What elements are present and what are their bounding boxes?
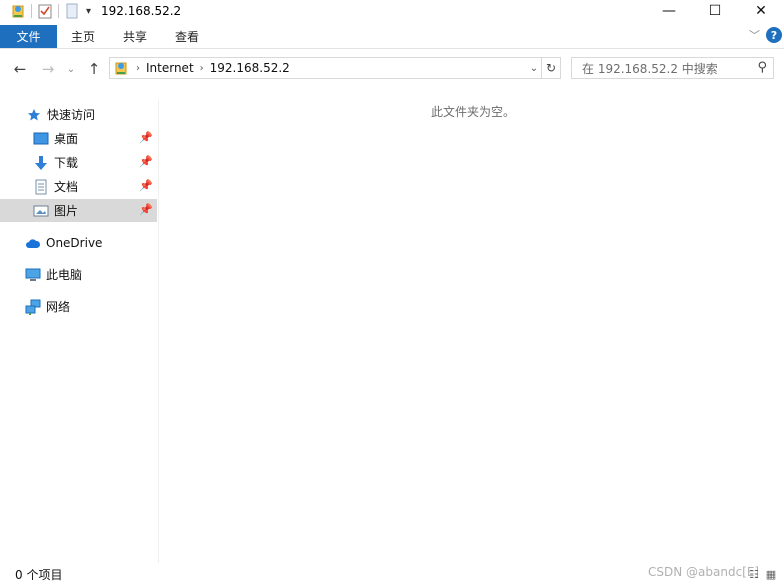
window-title: 192.168.52.2 (101, 4, 182, 18)
network-icon (25, 299, 41, 315)
sidebar-item-label: 桌面 (54, 132, 79, 146)
properties-icon[interactable] (37, 3, 53, 19)
breadcrumb-host[interactable]: 192.168.52.2 (210, 61, 290, 75)
status-bar: 0 个项目 CSDN @abandc[E] ☷ ▦ (0, 565, 784, 585)
sidebar-item-label: 图片 (54, 204, 79, 218)
tab-home[interactable]: 主页 (57, 25, 109, 48)
search-box[interactable]: 在 192.168.52.2 中搜索 ⚲ (571, 57, 774, 79)
breadcrumb-internet[interactable]: Internet (146, 61, 194, 75)
sidebar-item-downloads[interactable]: 下载 📌 (0, 151, 157, 174)
pictures-icon (33, 203, 49, 219)
quick-access-toolbar: ▾ (0, 0, 91, 22)
sidebar-item-onedrive[interactable]: OneDrive (0, 231, 157, 254)
refresh-icon[interactable]: ↻ (541, 58, 560, 78)
ribbon-tabs: 文件 主页 共享 查看 ﹀ ? (0, 25, 784, 49)
address-row: ← → ⌄ ↑ › Internet › 192.168.52.2 ⌄ ↻ 在 … (0, 56, 784, 82)
toolbar-separator (31, 4, 32, 18)
sidebar-item-label: 下载 (54, 156, 79, 170)
computer-icon (25, 267, 41, 283)
sidebar-item-quick-access[interactable]: 快速访问 (0, 103, 157, 126)
watermark: CSDN @abandc[E] (648, 565, 760, 579)
pin-icon[interactable]: 📌 (139, 131, 153, 144)
star-icon (26, 107, 42, 123)
breadcrumb-chevron-icon[interactable]: › (200, 63, 204, 74)
search-icon[interactable]: ⚲ (757, 60, 767, 75)
large-icons-view-icon[interactable]: ▦ (764, 567, 778, 581)
sidebar-item-label: 此电脑 (46, 268, 83, 282)
network-location-icon (112, 59, 130, 77)
view-switcher: ☷ ▦ (747, 567, 778, 581)
sidebar-item-network[interactable]: 网络 (0, 295, 157, 318)
address-dropdown-icon[interactable]: ⌄ (527, 58, 541, 78)
sidebar-item-documents[interactable]: 文档 📌 (0, 175, 157, 198)
cloud-icon (25, 235, 41, 251)
document-icon (33, 179, 49, 195)
expand-ribbon-icon[interactable]: ﹀ (749, 27, 760, 43)
up-arrow-icon[interactable]: ↑ (84, 59, 104, 79)
empty-folder-message: 此文件夹为空。 (431, 105, 516, 119)
close-button[interactable]: ✕ (738, 0, 784, 22)
tab-view[interactable]: 查看 (161, 25, 213, 48)
sidebar-item-label: 快速访问 (47, 108, 96, 122)
download-arrow-icon (33, 155, 49, 171)
minimize-button[interactable]: — (646, 0, 692, 22)
sidebar-item-pictures[interactable]: 图片 📌 (0, 199, 157, 222)
pin-icon[interactable]: 📌 (139, 203, 153, 216)
tab-share[interactable]: 共享 (109, 25, 161, 48)
breadcrumb-chevron-icon[interactable]: › (136, 63, 140, 74)
sidebar-item-this-pc[interactable]: 此电脑 (0, 263, 157, 286)
ribbon-right-controls: ﹀ ? (749, 27, 782, 43)
tab-file[interactable]: 文件 (0, 25, 57, 48)
customize-toolbar-dropdown-icon[interactable]: ▾ (86, 6, 91, 17)
recent-locations-icon[interactable]: ⌄ (64, 59, 78, 79)
search-placeholder: 在 192.168.52.2 中搜索 (582, 61, 718, 76)
window-controls: — ☐ ✕ (646, 0, 784, 22)
address-bar[interactable]: › Internet › 192.168.52.2 ⌄ ↻ (109, 57, 561, 79)
sidebar-item-desktop[interactable]: 桌面 📌 (0, 127, 157, 150)
sidebar-item-label: OneDrive (46, 235, 103, 250)
pin-icon[interactable]: 📌 (139, 179, 153, 192)
item-count: 0 个项目 (15, 568, 63, 582)
details-view-icon[interactable]: ☷ (747, 567, 761, 581)
sidebar-item-label: 文档 (54, 180, 79, 194)
navigation-pane: 快速访问 桌面 📌 下载 📌 文档 📌 图片 📌 OneDrive 此电脑 网络 (0, 100, 159, 563)
title-bar: ▾ 192.168.52.2 — ☐ ✕ (0, 0, 784, 22)
sidebar-item-label: 网络 (46, 300, 71, 314)
maximize-button[interactable]: ☐ (692, 0, 738, 22)
desktop-icon (33, 131, 49, 147)
forward-arrow-icon[interactable]: → (38, 59, 58, 79)
toolbar-separator (58, 4, 59, 18)
back-arrow-icon[interactable]: ← (10, 59, 30, 79)
network-location-icon (10, 3, 26, 19)
help-button[interactable]: ? (766, 27, 782, 43)
pin-icon[interactable]: 📌 (139, 155, 153, 168)
new-folder-icon[interactable] (64, 3, 80, 19)
